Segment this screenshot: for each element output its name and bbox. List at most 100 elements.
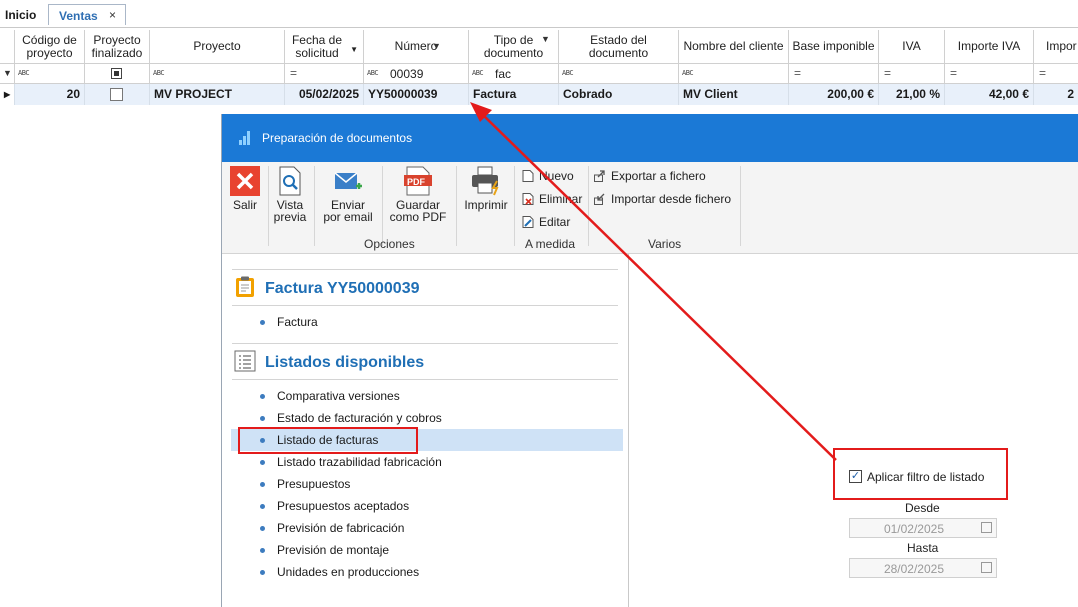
import-file-button[interactable]: Importar desde fichero — [594, 192, 731, 206]
ribbon-separator — [514, 166, 515, 246]
list-item[interactable]: Estado de facturación y cobros — [231, 407, 623, 429]
col-header-estado[interactable]: Estado del documento — [559, 30, 679, 64]
finalizado-checkbox[interactable] — [110, 88, 123, 101]
filter-tipo-value: fac — [495, 67, 512, 81]
pane-splitter[interactable] — [628, 254, 629, 607]
calendar-icon[interactable] — [981, 562, 992, 573]
tab-ventas[interactable]: Ventas × — [48, 4, 126, 25]
cell-finalizado[interactable] — [85, 84, 150, 105]
col-header-base[interactable]: Base imponible — [789, 30, 879, 64]
desde-date-field[interactable]: 01/02/2025 — [849, 518, 997, 538]
tab-ventas-label: Ventas — [59, 9, 98, 23]
col-header-numero[interactable]: Número ▼ — [364, 30, 469, 64]
bullet-icon — [260, 570, 265, 575]
col-header-proyecto[interactable]: Proyecto — [150, 30, 285, 64]
filter-proyecto[interactable]: ABC — [150, 64, 285, 84]
bullet-icon — [260, 526, 265, 531]
equals-operator-icon: = — [950, 66, 958, 80]
ribbon: Salir Vista previa Enviar por email PDF — [222, 162, 1078, 254]
group-label-varios: Varios — [648, 237, 682, 251]
col-header-importe-iva[interactable]: Importe IVA — [945, 30, 1034, 64]
filter-estado[interactable]: ABC — [559, 64, 679, 84]
list-item[interactable]: Listado trazabilidad fabricación — [231, 451, 623, 473]
cell-iva[interactable]: 21,00 % — [879, 84, 945, 105]
abc-filter-icon: ABC — [18, 69, 30, 77]
list-item-label: Previsión de fabricación — [277, 521, 405, 535]
list-item[interactable]: Presupuestos — [231, 473, 623, 495]
equals-operator-icon: = — [884, 66, 892, 80]
export-icon — [594, 170, 606, 182]
filter-numero[interactable]: ABC 00039 — [364, 64, 469, 84]
col-header-codigo[interactable]: Código de proyecto — [15, 30, 85, 64]
cell-importe-cut[interactable]: 2 — [1034, 84, 1078, 105]
group-label-opciones: Opciones — [364, 237, 415, 251]
filter-base[interactable]: = — [789, 64, 879, 84]
cell-tipo[interactable]: Factura — [469, 84, 559, 105]
equals-operator-icon: = — [290, 66, 298, 80]
import-label: Importar desde fichero — [611, 192, 732, 206]
dialog-title-bar: Preparación de documentos — [222, 114, 1078, 162]
cell-codigo[interactable]: 20 — [15, 84, 85, 105]
calendar-icon[interactable] — [981, 522, 992, 533]
preview-button[interactable]: Vista previa — [272, 166, 308, 223]
pdf-icon: PDF — [403, 166, 433, 196]
highlight-box-listado — [238, 427, 418, 454]
cell-importe-iva[interactable]: 42,00 € — [945, 84, 1034, 105]
list-item[interactable]: Previsión de montaje — [231, 539, 623, 561]
list-item-label: Factura — [277, 315, 318, 329]
list-icon — [234, 350, 256, 372]
send-email-button[interactable]: Enviar por email — [320, 166, 376, 223]
highlight-box-filter — [833, 448, 1008, 500]
col-header-iva[interactable]: IVA — [879, 30, 945, 64]
indeterminate-checkbox[interactable] — [111, 68, 122, 79]
edit-button[interactable]: Editar — [522, 215, 570, 229]
exit-button[interactable]: Salir — [228, 166, 262, 211]
list-item-label: Previsión de montaje — [277, 543, 390, 557]
filter-funnel-icon: ▼ — [432, 41, 441, 51]
preview-label-2: previa — [273, 210, 307, 224]
col-header-importe-cut[interactable]: Impor — [1034, 30, 1078, 64]
list-item[interactable]: Previsión de fabricación — [231, 517, 623, 539]
filter-cliente[interactable]: ABC — [679, 64, 789, 84]
hasta-date-field[interactable]: 28/02/2025 — [849, 558, 997, 578]
export-file-button[interactable]: Exportar a fichero — [594, 169, 706, 183]
list-item-label: Presupuestos — [277, 477, 351, 491]
col-header-cliente[interactable]: Nombre del cliente — [679, 30, 789, 64]
list-item-label: Unidades en producciones — [277, 565, 420, 579]
print-button[interactable]: Imprimir — [462, 166, 510, 211]
filter-codigo[interactable]: ABC — [15, 64, 85, 84]
list-item[interactable]: Comparativa versiones — [231, 385, 623, 407]
col-header-tipo[interactable]: Tipo de documento ▼ — [469, 30, 559, 64]
email-icon — [333, 166, 363, 196]
save-pdf-button[interactable]: PDF Guardar como PDF — [386, 166, 450, 223]
filter-tipo[interactable]: ABC fac — [469, 64, 559, 84]
delete-button[interactable]: Eliminar — [522, 192, 582, 206]
filter-importe-iva[interactable]: = — [945, 64, 1034, 84]
cell-estado[interactable]: Cobrado — [559, 84, 679, 105]
save-pdf-label-2: como PDF — [389, 210, 447, 224]
cell-cliente[interactable]: MV Client — [679, 84, 789, 105]
tab-inicio[interactable]: Inicio — [5, 8, 36, 22]
filter-importe-cut[interactable]: = — [1034, 64, 1078, 84]
ribbon-separator — [456, 166, 457, 246]
list-item-label: Estado de facturación y cobros — [277, 411, 442, 425]
list-item[interactable]: Unidades en producciones — [231, 561, 623, 583]
filter-fecha[interactable]: = — [285, 64, 364, 84]
new-button[interactable]: Nuevo — [522, 169, 574, 183]
filter-finalizado[interactable] — [85, 64, 150, 84]
cell-fecha[interactable]: 05/02/2025 — [285, 84, 364, 105]
cell-base[interactable]: 200,00 € — [789, 84, 879, 105]
close-icon[interactable]: × — [109, 8, 116, 22]
list-item[interactable]: Factura — [231, 311, 623, 333]
cell-proyecto[interactable]: MV PROJECT — [150, 84, 285, 105]
list-item[interactable]: Presupuestos aceptados — [231, 495, 623, 517]
divider — [232, 269, 618, 270]
ribbon-separator — [314, 166, 315, 246]
col-header-fecha[interactable]: Fecha de solicitud ▼ — [285, 30, 364, 64]
cell-numero[interactable]: YY50000039 — [364, 84, 469, 105]
listados-section-title: Listados disponibles — [265, 354, 425, 371]
filter-iva[interactable]: = — [879, 64, 945, 84]
close-icon — [230, 166, 260, 196]
col-header-finalizado[interactable]: Proyecto finalizado — [85, 30, 150, 64]
bullet-icon — [260, 548, 265, 553]
